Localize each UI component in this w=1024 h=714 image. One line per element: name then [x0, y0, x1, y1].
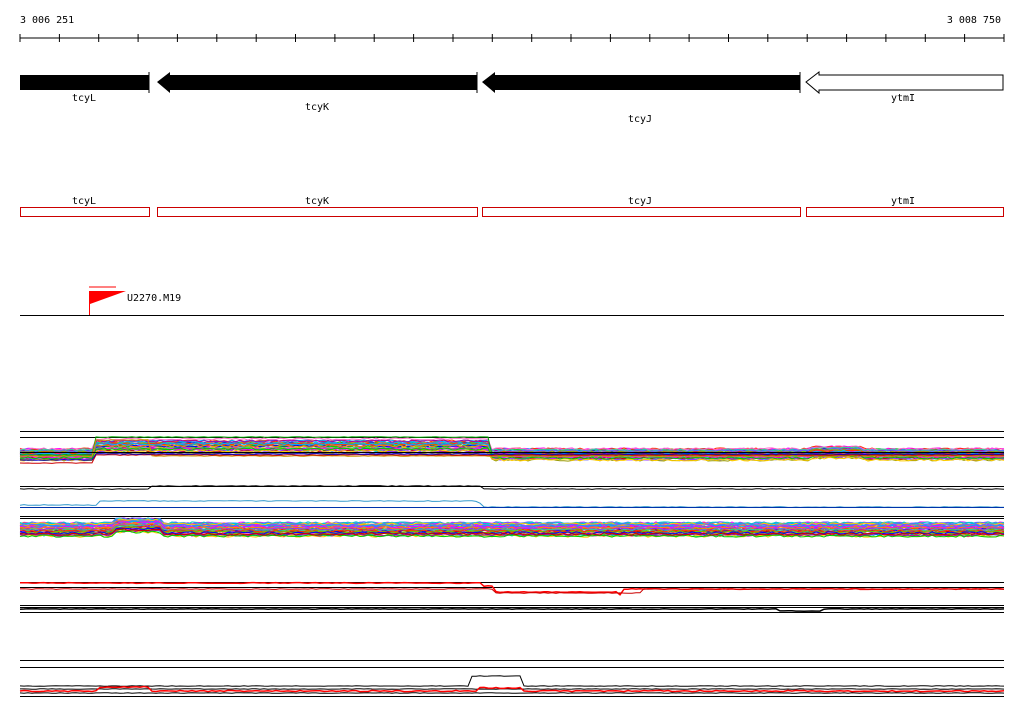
feature-box-track: tcyL tcyK tcyJ ytmI [20, 196, 1004, 217]
gene-track: tcyL tcyK tcyJ ytmI [20, 70, 1004, 125]
feature-box-tcyK[interactable] [157, 207, 478, 217]
ruler-start-label: 3 006 251 [20, 15, 74, 26]
feature-box-tcyL[interactable] [20, 207, 150, 217]
gene-label-tcyL: tcyL [72, 93, 96, 104]
gene-arrow-ytmI[interactable] [805, 70, 1004, 95]
gene-label-tcyK: tcyK [305, 102, 329, 113]
profile-curve [19, 675, 1005, 687]
profile-curve [19, 692, 1005, 694]
feature-box-tcyJ[interactable] [482, 207, 801, 217]
gene-arrow-tcyK[interactable] [157, 72, 477, 93]
marker-label: U2270.M19 [127, 293, 181, 304]
feature-box-label-tcyJ: tcyJ [628, 196, 652, 207]
marker-track: U2270.M19 [20, 286, 1004, 316]
expression-profiles [19, 431, 1005, 697]
feature-box-label-ytmI: ytmI [891, 196, 915, 207]
genome-browser-view: 3 006 251 3 008 750 tcyL tcyK tcyJ ytmI … [19, 15, 1005, 697]
coordinate-ruler: 3 006 251 3 008 750 [19, 15, 1005, 42]
gene-label-tcyJ: tcyJ [628, 114, 652, 125]
feature-box-ytmI[interactable] [806, 207, 1004, 217]
ruler-end-label: 3 008 750 [947, 15, 1001, 26]
feature-box-label-tcyK: tcyK [305, 196, 329, 207]
feature-box-label-tcyL: tcyL [72, 196, 96, 207]
gene-label-ytmI: ytmI [891, 93, 915, 104]
profile-curve [19, 607, 1005, 612]
gene-arrow-tcyJ[interactable] [482, 72, 800, 93]
marker-flag-icon[interactable] [90, 291, 126, 304]
gene-arrow-tcyL[interactable] [20, 75, 149, 90]
profile-curve [19, 500, 1005, 508]
